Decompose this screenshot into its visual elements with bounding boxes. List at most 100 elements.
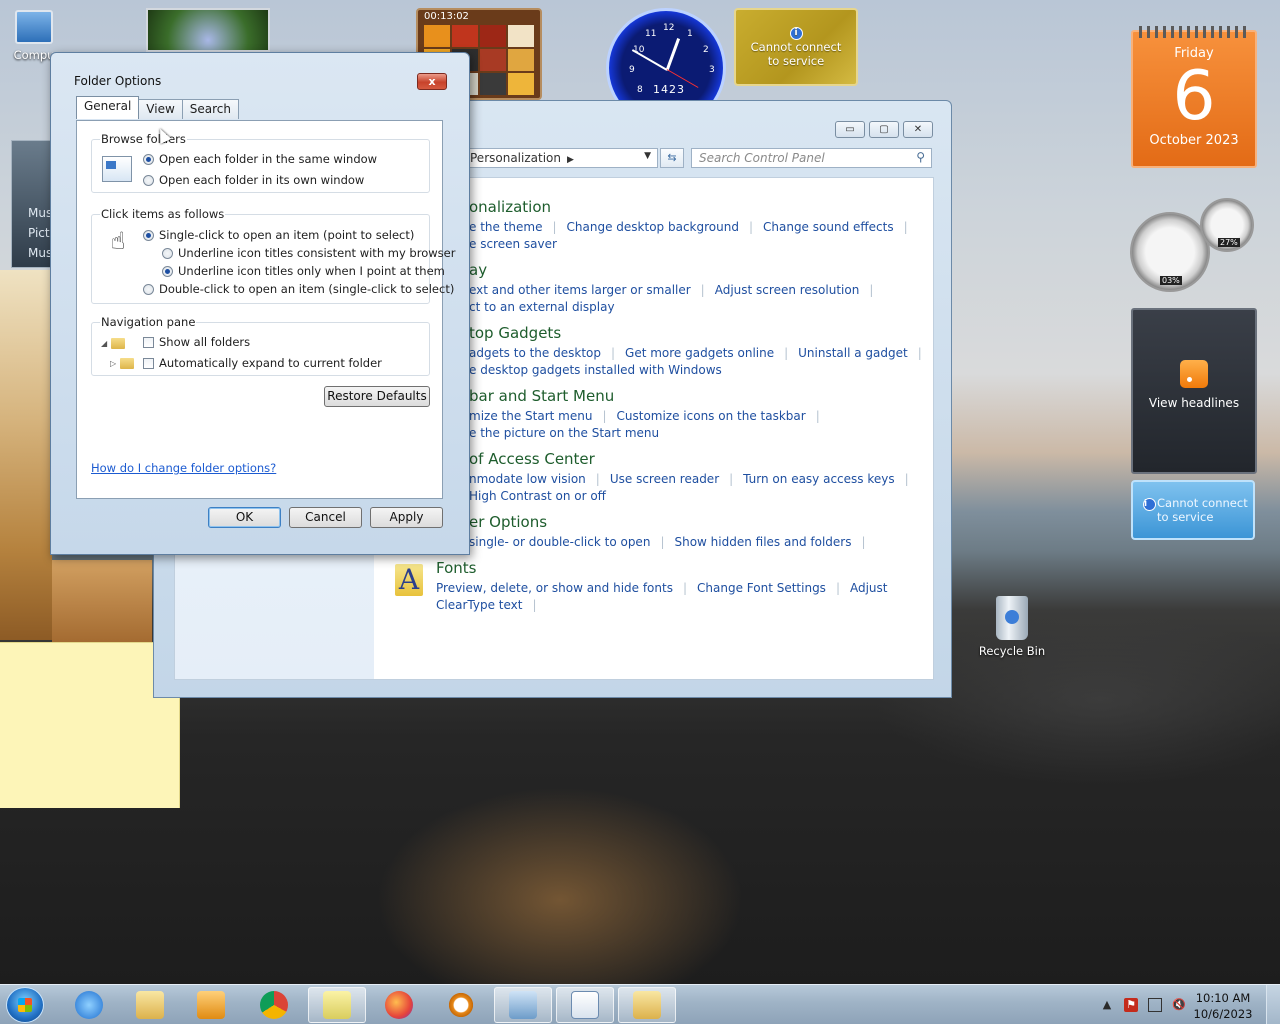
address-bar[interactable]: Personalization ▶ ▼ [466,148,658,168]
radio-button[interactable] [143,174,154,186]
checkbox[interactable] [143,357,154,369]
taskbar-notepad[interactable] [556,987,614,1023]
radio-button[interactable] [143,153,154,165]
action-center-flag-icon[interactable]: ⚑ [1124,998,1138,1012]
breadcrumb-arrow-icon[interactable]: ▶ [567,155,574,165]
view-headlines-label[interactable]: View headlines [1133,396,1255,410]
start-button[interactable] [6,987,44,1023]
cancel-button[interactable]: Cancel [289,507,362,528]
radio-open-same-window[interactable]: Open each folder in the same window [143,152,377,166]
taskbar-chrome[interactable] [245,987,303,1023]
category-link[interactable]: Customize icons on the taskbar [617,409,806,423]
tab-search[interactable]: Search [181,99,240,119]
category-title[interactable]: ay [469,261,883,279]
taskbar-control-panel[interactable] [494,987,552,1023]
category-link[interactable]: ext and other items larger or smaller [469,283,691,297]
tab-view[interactable]: View [138,99,183,119]
calendar-gadget[interactable]: Friday 6 October 2023 [1131,26,1257,168]
volume-muted-icon[interactable]: 🔇 [1172,998,1186,1012]
ok-button[interactable]: OK [208,507,281,528]
category-link[interactable]: ct to an external display [469,300,615,314]
dialog-close-button[interactable]: x [417,73,447,90]
clock-gadget[interactable]: 12 1 2 3 9 10 11 8 1423 [604,8,728,128]
puzzle-tile[interactable] [508,25,534,47]
show-desktop-button[interactable] [1266,985,1280,1024]
category-link[interactable]: e screen saver [469,237,557,251]
puzzle-tile[interactable] [508,49,534,71]
desktop-icon-recycle-bin[interactable]: Recycle Bin [978,596,1046,658]
puzzle-tile[interactable] [424,25,450,47]
address-dropdown-icon[interactable]: ▼ [644,151,651,161]
media-gadget[interactable]: Mus Pict Mus [11,140,51,268]
radio-button[interactable] [162,265,173,277]
tray-expand-icon[interactable]: ▲ [1100,998,1114,1012]
radio-button[interactable] [162,247,173,259]
close-button[interactable]: ✕ [903,121,933,138]
refresh-button[interactable]: ⇆ [660,148,684,168]
weather-gadget[interactable]: i Cannot connect to service [734,8,858,86]
apply-button[interactable]: Apply [370,507,443,528]
category-link[interactable]: Change Font Settings [697,581,826,595]
radio-button[interactable] [143,229,154,241]
category-title[interactable]: of Access Center [469,450,919,468]
tab-general[interactable]: General [76,96,140,119]
taskbar-search[interactable] [432,987,490,1023]
restore-defaults-button[interactable]: Restore Defaults [324,386,430,407]
search-icon[interactable]: ⚲ [916,150,925,164]
checkbox-show-all-folders[interactable]: Show all folders [143,335,250,349]
taskbar-folder-options[interactable] [618,987,676,1023]
category-link[interactable]: Adjust screen resolution [715,283,860,297]
help-link[interactable]: How do I change folder options? [91,461,276,475]
checkbox-auto-expand[interactable]: Automatically expand to current folder [143,356,382,370]
category-link[interactable]: Uninstall a gadget [798,346,908,360]
puzzle-tile[interactable] [480,25,506,47]
category-link[interactable]: single- or double-click to open [469,535,650,549]
taskbar-media-player[interactable] [182,987,240,1023]
category-link[interactable]: adgets to the desktop [469,346,601,360]
category-title[interactable]: bar and Start Menu [469,387,830,405]
cpu-meter-gadget[interactable]: 03% 27% [1130,198,1256,294]
taskbar-clock[interactable]: 10:10 AM 10/6/2023 [1190,990,1256,1022]
category-link[interactable]: nmodate low vision [469,472,586,486]
category-link[interactable]: Get more gadgets online [625,346,774,360]
slideshow-gadget[interactable] [146,8,270,52]
puzzle-tile[interactable] [452,25,478,47]
radio-underline-browser[interactable]: Underline icon titles consistent with my… [162,246,455,260]
breadcrumb-personalization[interactable]: Personalization [470,151,561,165]
search-input[interactable]: Search Control Panel ⚲ [691,148,932,168]
feed-headlines-gadget[interactable]: View headlines [1131,308,1257,474]
radio-single-click[interactable]: Single-click to open an item (point to s… [143,228,414,242]
taskbar-internet-explorer[interactable] [60,987,118,1023]
taskbar-firefox[interactable] [370,987,428,1023]
category-title[interactable]: Fonts [436,559,933,577]
puzzle-tile[interactable] [480,49,506,71]
minimize-button[interactable]: ▭ [835,121,865,138]
taskbar-sticky-notes[interactable] [308,987,366,1023]
category-link[interactable]: e desktop gadgets installed with Windows [469,363,722,377]
category-link[interactable]: Turn on easy access keys [743,472,894,486]
category-link[interactable]: e the picture on the Start menu [469,426,659,440]
category-link[interactable]: e the theme [469,220,542,234]
radio-button[interactable] [143,283,154,295]
category-link[interactable]: Change sound effects [763,220,894,234]
network-icon[interactable] [1148,998,1162,1012]
puzzle-tile[interactable] [480,73,506,95]
taskbar-file-explorer[interactable] [121,987,179,1023]
category-link[interactable]: Use screen reader [610,472,719,486]
category-link[interactable]: Show hidden files and folders [674,535,851,549]
category-title[interactable]: top Gadgets [469,324,932,342]
checkbox[interactable] [143,336,154,348]
category-link[interactable]: Preview, delete, or show and hide fonts [436,581,673,595]
radio-open-own-window[interactable]: Open each folder in its own window [143,173,364,187]
category-link[interactable]: High Contrast on or off [469,489,606,503]
maximize-button[interactable]: ▢ [869,121,899,138]
folder-options-dialog[interactable]: Folder Options x General View Search Bro… [50,52,470,555]
puzzle-tile[interactable] [508,73,534,95]
weather-gadget-secondary[interactable]: i Cannot connect to service [1131,480,1255,540]
category-link[interactable]: Change desktop background [567,220,739,234]
radio-double-click[interactable]: Double-click to open an item (single-cli… [143,282,454,296]
category-title[interactable]: er Options [469,513,876,531]
radio-underline-point[interactable]: Underline icon titles only when I point … [162,264,445,278]
category-title[interactable]: onalization [469,198,918,216]
category-link[interactable]: mize the Start menu [469,409,592,423]
